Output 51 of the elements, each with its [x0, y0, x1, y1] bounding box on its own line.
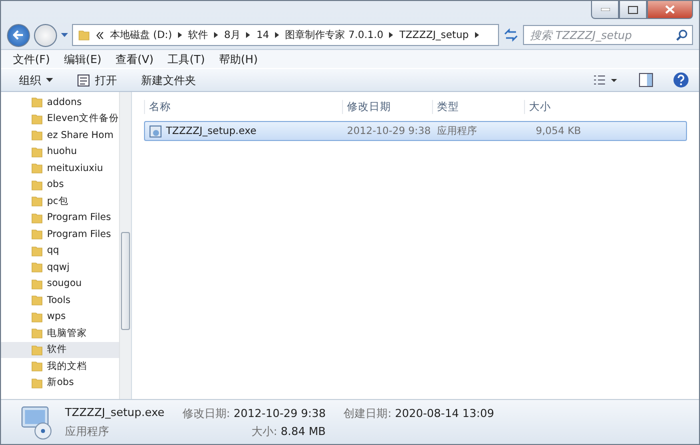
column-header[interactable]: 类型	[432, 100, 524, 114]
sidebar-item[interactable]: Eleven文件备份	[1, 110, 119, 127]
value: 2012-10-29 9:38	[234, 406, 326, 420]
sidebar-item[interactable]: 新obs	[1, 374, 119, 391]
sidebar-item[interactable]: qq	[1, 242, 119, 259]
sidebar-item[interactable]: qqwj	[1, 259, 119, 276]
breadcrumb[interactable]: 14	[256, 30, 270, 40]
menu-item[interactable]: 文件(F)	[13, 52, 50, 66]
file-row[interactable]: TZZZZJ_setup.exe 2012-10-29 9:38 应用程序 9,054 KB	[144, 121, 687, 141]
value: 2020-08-14 13:09	[394, 406, 494, 420]
breadcrumb[interactable]: 软件	[188, 28, 208, 42]
address-bar[interactable]: 本地磁盘 (D:) 软件 8月 14 图章制作专家 7.0.1.0 TZZZZJ_setup	[72, 24, 499, 46]
sidebar-item[interactable]: ez Share Hom	[1, 127, 119, 144]
file-name: TZZZZJ_setup.exe	[145, 124, 343, 138]
sidebar-item[interactable]: sougou	[1, 276, 119, 292]
menu-item[interactable]: 查看(V)	[115, 52, 154, 66]
sidebar-item[interactable]: Program Files	[1, 226, 119, 242]
file-type: 应用程序	[436, 124, 478, 138]
organize-button[interactable]: 组织	[11, 70, 61, 90]
sidebar-item[interactable]: Program Files	[1, 210, 119, 226]
search-field[interactable]: 搜索 TZZZZJ_setup	[523, 25, 693, 45]
column-header[interactable]: 名称	[144, 100, 342, 114]
sidebar-item[interactable]: 我的文档	[1, 358, 119, 374]
label: 创建日期:	[344, 406, 392, 420]
value: 8.84 MB	[280, 424, 326, 438]
menu-item[interactable]: 编辑(E)	[64, 52, 102, 66]
sidebar-item[interactable]: huohu	[1, 144, 119, 160]
file-size: 9,054 KB	[534, 126, 582, 136]
label: 修改日期:	[182, 406, 230, 420]
file-name: TZZZZJ_setup.exe	[65, 406, 164, 420]
sidebar-item[interactable]: addons	[1, 94, 119, 110]
sidebar-item[interactable]: meituxiuxiu	[1, 160, 119, 176]
breadcrumb[interactable]: TZZZZJ_setup	[399, 30, 469, 40]
column-header[interactable]: 修改日期	[342, 100, 432, 114]
open-button[interactable]: 打开	[69, 70, 125, 90]
sidebar-item[interactable]: 电脑管家	[1, 325, 119, 342]
breadcrumb[interactable]: 图章制作专家 7.0.1.0	[285, 28, 384, 42]
sidebar-item[interactable]: Tools	[1, 292, 119, 308]
label: 大小:	[251, 424, 278, 438]
sidebar-item[interactable]: obs	[1, 176, 119, 193]
sidebar-item[interactable]: pc包	[1, 193, 119, 210]
modified-date: 2012-10-29 9:38	[346, 126, 432, 136]
file-type: 应用程序	[65, 424, 109, 438]
sidebar-item[interactable]: wps	[1, 308, 119, 325]
column-header[interactable]: 大小	[524, 100, 584, 114]
menu-item[interactable]: 帮助(H)	[218, 52, 258, 66]
breadcrumb[interactable]: 8月	[224, 28, 240, 42]
menu-item[interactable]: 工具(T)	[168, 52, 205, 66]
sidebar-item[interactable]: 软件	[1, 342, 119, 358]
breadcrumb[interactable]: 本地磁盘 (D:)	[110, 28, 172, 42]
new-folder-button[interactable]: 新建文件夹	[133, 70, 204, 90]
